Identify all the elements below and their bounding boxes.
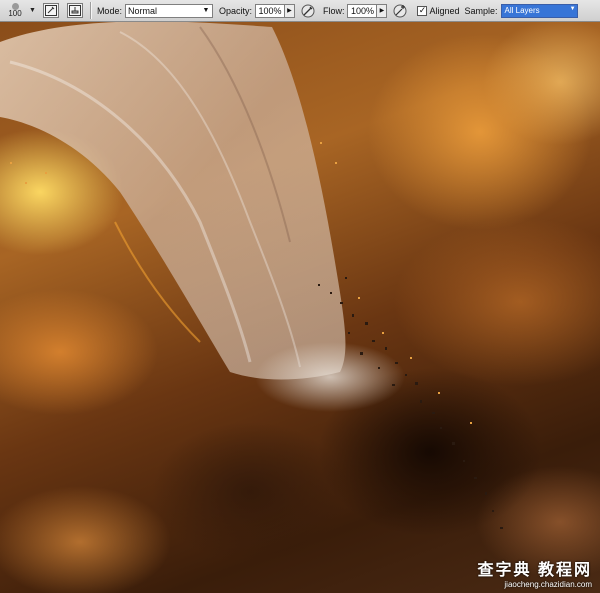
mode-label: Mode: <box>96 5 122 16</box>
opacity-field[interactable]: 100% <box>254 3 285 18</box>
airbrush-button[interactable] <box>391 3 409 19</box>
mode-value: Normal <box>127 5 157 16</box>
sample-value: All Layers <box>504 6 540 15</box>
watermark-title: 查字典 教程网 <box>477 562 592 579</box>
flow-label: Flow: <box>322 5 345 16</box>
flow-field[interactable]: 100% <box>347 3 378 18</box>
sample-label: Sample: <box>464 5 498 16</box>
separator <box>89 2 92 19</box>
flow-value: 100% <box>350 5 374 16</box>
dispersion-mist <box>255 342 405 412</box>
chevron-down-icon: ▼ <box>202 7 210 14</box>
aligned-checkbox[interactable]: ✓ <box>417 5 428 16</box>
opacity-label: Opacity: <box>218 5 252 16</box>
brush-picker-chevron-icon[interactable]: ▼ <box>29 7 36 14</box>
watermark-url: jiaocheng.chazidian.com <box>504 580 592 589</box>
brush-size: 100 <box>8 9 22 18</box>
watermark: 查字典 教程网 jiaocheng.chazidian.com <box>478 556 592 589</box>
brush-panel-icon <box>44 5 57 16</box>
toggle-clone-source-panel-button[interactable] <box>66 3 83 18</box>
pen-pressure-icon <box>301 4 315 17</box>
artwork-image <box>0 22 503 529</box>
tablet-pressure-opacity-button[interactable] <box>299 3 317 19</box>
aligned-label: Aligned <box>429 5 460 16</box>
chevron-down-icon: ▼ <box>569 5 576 12</box>
options-bar: 100 ▼ Mode: Normal ▼ Opacity: 100% ▶ Flo… <box>0 0 600 22</box>
check-icon: ✓ <box>418 5 427 15</box>
brush-preset-picker[interactable]: 100 <box>2 1 28 21</box>
document-canvas[interactable]: 查字典 教程网 jiaocheng.chazidian.com <box>0 22 600 593</box>
airbrush-icon <box>393 4 407 17</box>
mode-select[interactable]: Normal ▼ <box>124 3 213 18</box>
sample-select[interactable]: All Layers ▼ <box>500 3 578 18</box>
opacity-value: 100% <box>258 5 282 16</box>
opacity-slider-button[interactable]: ▶ <box>284 3 295 18</box>
toggle-brush-panel-button[interactable] <box>42 3 59 18</box>
flow-slider-button[interactable]: ▶ <box>377 3 388 18</box>
clone-stamp-icon <box>68 5 81 16</box>
